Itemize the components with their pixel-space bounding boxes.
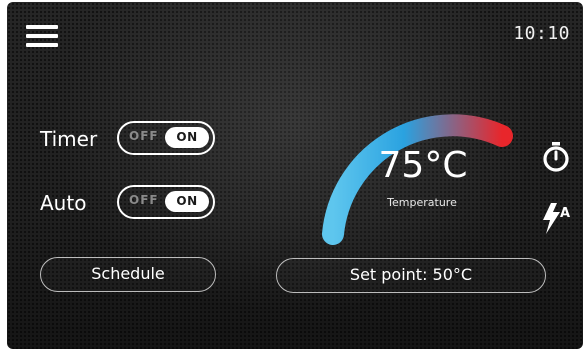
- timer-toggle-on-label: ON: [165, 127, 209, 148]
- clock-time: 10:10: [513, 23, 570, 44]
- temperature-value: 75°C: [378, 145, 468, 186]
- timer-toggle[interactable]: OFF ON: [117, 121, 215, 155]
- timer-toggle-off-label: OFF: [129, 129, 159, 143]
- auto-flash-icon[interactable]: A: [540, 200, 574, 236]
- thermostat-screen: 10:10 Timer OFF ON Auto OFF ON Schedule …: [7, 2, 583, 349]
- timer-label: Timer: [40, 127, 98, 151]
- hamburger-menu-icon[interactable]: [26, 23, 58, 49]
- setpoint-button[interactable]: Set point: 50°C: [276, 258, 546, 293]
- schedule-button[interactable]: Schedule: [40, 257, 216, 292]
- auto-toggle[interactable]: OFF ON: [117, 185, 215, 219]
- stopwatch-icon[interactable]: [541, 141, 571, 173]
- auto-label: Auto: [40, 191, 87, 215]
- auto-toggle-off-label: OFF: [129, 193, 159, 207]
- svg-text:A: A: [560, 206, 570, 221]
- auto-toggle-on-label: ON: [165, 191, 209, 212]
- temperature-label: Temperature: [387, 196, 457, 209]
